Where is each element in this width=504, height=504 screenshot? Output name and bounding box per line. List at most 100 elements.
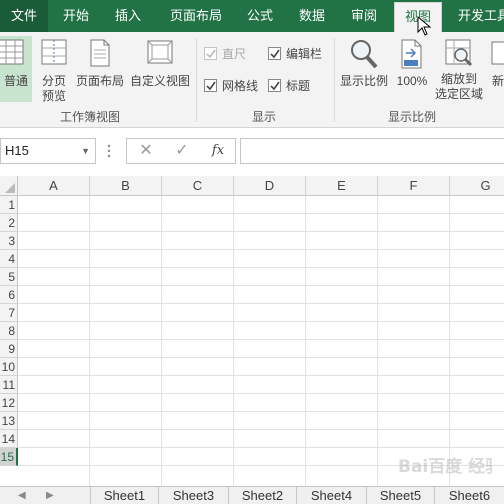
worksheet-grid[interactable]: A B C D E F G 1 2 3 4 5 6 7 8 9 10 11 12…	[0, 176, 504, 486]
row-header[interactable]: 4	[0, 250, 18, 268]
chevron-down-icon[interactable]: ▼	[81, 139, 90, 163]
checkbox-icon	[268, 47, 281, 60]
insert-function-button[interactable]: fx	[201, 139, 235, 163]
sheet-tab[interactable]: Sheet5	[366, 487, 434, 504]
row-header[interactable]: 9	[0, 340, 18, 358]
gridline	[18, 393, 504, 394]
sheet-tab[interactable]: Sheet2	[228, 487, 296, 504]
gridline	[18, 231, 504, 232]
new-window-button[interactable]: 新	[488, 36, 504, 102]
formula-bar-checkbox[interactable]: 编辑栏	[268, 46, 322, 62]
select-all-corner[interactable]	[0, 176, 18, 196]
tab-developer[interactable]: 开发工具	[448, 0, 504, 32]
checkbox-icon	[268, 79, 281, 92]
sheet-prev-icon[interactable]: ◀	[18, 487, 26, 504]
name-box[interactable]: H15 ▼	[0, 138, 96, 164]
headings-checkbox[interactable]: 标题	[268, 78, 310, 94]
column-header-d[interactable]: D	[234, 176, 306, 196]
cancel-icon[interactable]: ✕	[129, 139, 163, 163]
gridline	[377, 196, 378, 486]
gridline	[18, 411, 504, 412]
row-header[interactable]: 5	[0, 268, 18, 286]
row-header[interactable]: 1	[0, 196, 18, 214]
group-separator	[334, 38, 335, 122]
zoom-button[interactable]: 显示比例	[338, 36, 390, 102]
custom-views-icon	[147, 40, 173, 64]
page-break-preview-button[interactable]: 分页 预览	[36, 36, 72, 106]
sheet-tab[interactable]: Sheet6	[434, 487, 504, 504]
normal-view-icon	[0, 39, 24, 65]
tab-file[interactable]: 文件	[0, 0, 48, 32]
tab-formulas[interactable]: 公式	[236, 0, 284, 32]
column-header-a[interactable]: A	[18, 176, 90, 196]
gridline	[18, 213, 504, 214]
row-header[interactable]: 10	[0, 358, 18, 376]
tab-page-layout[interactable]: 页面布局	[160, 0, 232, 32]
formula-bar-area: H15 ▼ ✕ ✓ fx	[0, 128, 504, 176]
formula-buttons: ✕ ✓ fx	[126, 138, 236, 164]
gridline	[18, 357, 504, 358]
gridline	[18, 429, 504, 430]
row-header[interactable]: 14	[0, 430, 18, 448]
custom-views-button[interactable]: 自定义视图	[128, 36, 192, 102]
name-box-value: H15	[5, 143, 29, 158]
normal-view-button[interactable]: 普通	[0, 36, 32, 102]
enter-icon[interactable]: ✓	[165, 139, 199, 163]
column-header-c[interactable]: C	[162, 176, 234, 196]
row-header[interactable]: 13	[0, 412, 18, 430]
zoom-100-button[interactable]: 100%	[392, 36, 432, 102]
column-header-g[interactable]: G	[450, 176, 504, 196]
checkbox-icon	[204, 79, 217, 92]
group-label-show: 显示	[251, 110, 276, 124]
row-header[interactable]: 7	[0, 304, 18, 322]
group-label-workbook-views: 工作簿视图	[59, 110, 120, 124]
tab-home[interactable]: 开始	[52, 0, 100, 32]
column-header-f[interactable]: F	[378, 176, 450, 196]
column-header-e[interactable]: E	[306, 176, 378, 196]
zoom-100-icon	[401, 39, 422, 69]
gridline	[18, 339, 504, 340]
row-header-selected[interactable]: 15	[0, 448, 18, 466]
gridline	[89, 196, 90, 486]
zoom-to-selection-icon	[445, 39, 473, 67]
gridline	[305, 196, 306, 486]
drag-handle-icon[interactable]	[106, 142, 112, 160]
gridline	[18, 375, 504, 376]
row-header[interactable]: 2	[0, 214, 18, 232]
tab-insert[interactable]: 插入	[104, 0, 152, 32]
row-header[interactable]: 12	[0, 394, 18, 412]
gridline	[18, 249, 504, 250]
mouse-cursor-icon	[417, 16, 432, 36]
zoom-to-selection-button[interactable]: 缩放到 选定区域	[432, 36, 486, 106]
sheet-next-icon[interactable]: ▶	[46, 487, 54, 504]
ribbon-tab-bar: 文件 开始 插入 页面布局 公式 数据 审阅 视图 开发工具	[0, 0, 504, 36]
gridlines-checkbox[interactable]: 网格线	[204, 78, 258, 94]
row-header[interactable]: 3	[0, 232, 18, 250]
group-label-zoom: 显示比例	[387, 110, 436, 124]
page-layout-icon	[90, 39, 110, 67]
sheet-tab[interactable]: Sheet3	[158, 487, 228, 504]
ribbon-view: 普通 分页 预览 页面布局 自定义视图 工作簿视图 直尺 编辑栏 网格线 标题 …	[0, 32, 504, 128]
gridline	[233, 196, 234, 486]
new-window-icon	[491, 41, 504, 65]
select-all-triangle-icon	[5, 183, 15, 193]
sheet-tab[interactable]: Sheet4	[296, 487, 366, 504]
formula-input[interactable]	[240, 138, 504, 164]
gridline	[18, 267, 504, 268]
row-header[interactable]: 6	[0, 286, 18, 304]
tab-review[interactable]: 审阅	[340, 0, 388, 32]
gridline	[18, 285, 504, 286]
sheet-tab-bar: ◀ ▶ Sheet1 Sheet3 Sheet2 Sheet4 Sheet5 S…	[0, 486, 504, 504]
gridline	[161, 196, 162, 486]
row-header[interactable]: 11	[0, 376, 18, 394]
checkbox-icon	[204, 47, 217, 60]
tab-data[interactable]: 数据	[288, 0, 336, 32]
sheet-tab[interactable]: Sheet1	[90, 487, 158, 504]
excel-window: 文件 开始 插入 页面布局 公式 数据 审阅 视图 开发工具 普通 分页 预览 …	[0, 0, 504, 504]
gridline	[18, 321, 504, 322]
page-layout-view-button[interactable]: 页面布局	[74, 36, 126, 102]
column-header-b[interactable]: B	[90, 176, 162, 196]
row-header[interactable]: 8	[0, 322, 18, 340]
ruler-checkbox[interactable]: 直尺	[204, 46, 246, 62]
group-separator	[196, 38, 197, 122]
